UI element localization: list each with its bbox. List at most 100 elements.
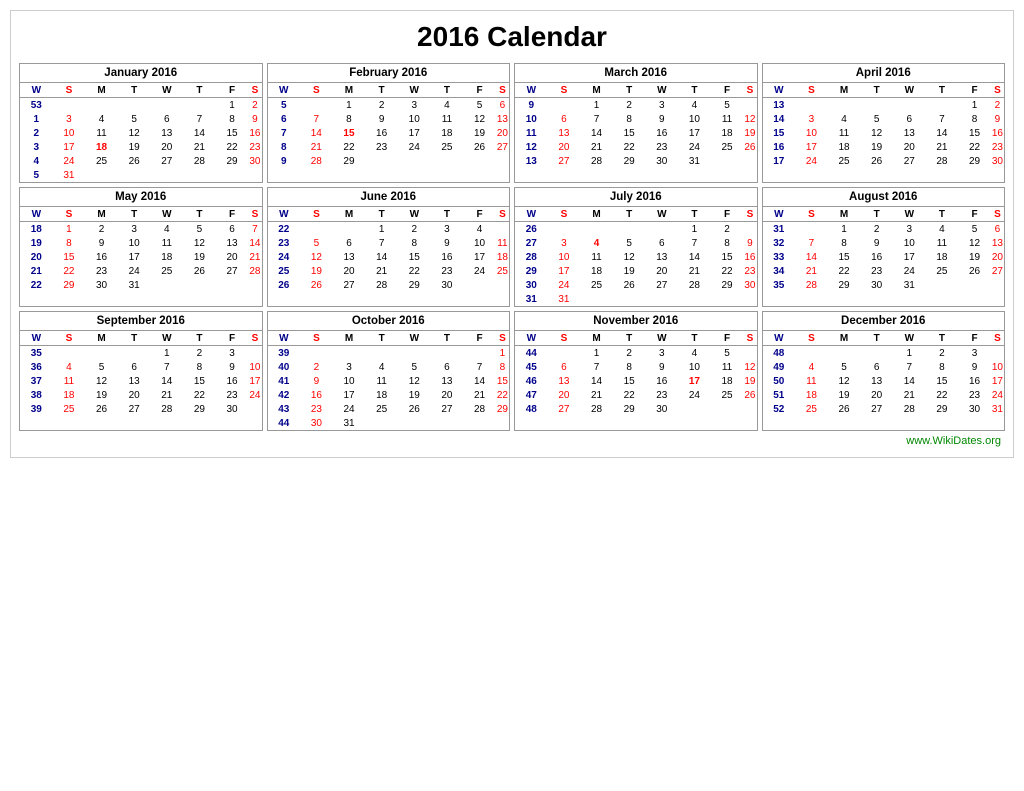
calendar-cell: [548, 222, 581, 237]
calendar-cell: 10: [515, 112, 548, 126]
calendar-cell: 11: [53, 374, 86, 388]
calendar-cell: 4: [463, 222, 496, 237]
footer-link[interactable]: www.WikiDates.org: [19, 435, 1005, 447]
calendar-cell: 9: [991, 112, 1004, 126]
calendar-cell: [118, 346, 151, 361]
calendar-cell: 4: [678, 98, 711, 113]
calendar-cell: 3: [398, 98, 431, 113]
calendar-cell: 45: [515, 360, 548, 374]
month-block: August 2016WSMTWTFS311234563278910111213…: [762, 187, 1006, 307]
calendar-cell: 23: [268, 236, 301, 250]
calendar-cell: 8: [496, 360, 509, 374]
calendar-cell: 43: [268, 402, 301, 416]
calendar-cell: 3: [216, 346, 249, 361]
col-header: T: [926, 83, 959, 98]
calendar-cell: 24: [893, 264, 926, 278]
calendar-cell: 29: [398, 278, 431, 292]
calendar-cell: 15: [216, 126, 249, 140]
calendar-cell: 7: [151, 360, 184, 374]
calendar-cell: 4: [926, 222, 959, 237]
calendar-cell: 25: [85, 154, 118, 168]
calendar-cell: [795, 98, 828, 113]
calendar-cell: 19: [183, 250, 216, 264]
calendar-cell: 27: [216, 264, 249, 278]
col-header: W: [646, 207, 679, 222]
calendar-cell: [548, 346, 581, 361]
calendar-cell: [743, 154, 756, 168]
month-block: March 2016WSMTWTFS9123451067891011121113…: [514, 63, 758, 183]
calendar-cell: 38: [20, 388, 53, 402]
calendar-cell: [398, 346, 431, 361]
calendar-cell: 48: [515, 402, 548, 416]
calendar-cell: 13: [991, 236, 1004, 250]
calendar-cell: 14: [580, 126, 613, 140]
calendar-cell: 28: [795, 278, 828, 292]
col-header: W: [398, 83, 431, 98]
calendar-cell: 22: [398, 264, 431, 278]
calendar-cell: 31: [678, 154, 711, 168]
calendar-cell: 2: [300, 360, 333, 374]
calendar-cell: 16: [860, 250, 893, 264]
calendar-cell: 27: [860, 402, 893, 416]
calendar-cell: [53, 98, 86, 113]
calendar-cell: 8: [183, 360, 216, 374]
calendar-cell: 18: [711, 374, 744, 388]
month-title: December 2016: [763, 312, 1005, 331]
col-header: T: [860, 207, 893, 222]
calendar-cell: 14: [926, 126, 959, 140]
col-header: S: [496, 83, 509, 98]
calendar-cell: 22: [613, 140, 646, 154]
calendar-cell: 28: [248, 264, 261, 278]
col-header: F: [958, 331, 991, 346]
col-header: F: [216, 83, 249, 98]
calendar-cell: 8: [613, 112, 646, 126]
calendar-cell: 4: [20, 154, 53, 168]
calendar-cell: 1: [20, 112, 53, 126]
calendar-cell: 24: [333, 402, 366, 416]
col-header: F: [711, 83, 744, 98]
calendar-cell: 20: [333, 264, 366, 278]
month-title: February 2016: [268, 64, 510, 83]
col-header: S: [248, 207, 261, 222]
calendar-cell: 17: [548, 264, 581, 278]
calendar-cell: 4: [828, 112, 861, 126]
calendar-cell: 26: [268, 278, 301, 292]
month-title: August 2016: [763, 188, 1005, 207]
calendar-cell: 4: [85, 112, 118, 126]
calendar-cell: [398, 154, 431, 168]
col-header: T: [183, 331, 216, 346]
month-title: November 2016: [515, 312, 757, 331]
calendar-cell: 20: [118, 388, 151, 402]
calendar-cell: 3: [646, 98, 679, 113]
calendar-cell: 29: [926, 402, 959, 416]
calendar-cell: 18: [795, 388, 828, 402]
calendar-cell: 25: [365, 402, 398, 416]
calendar-cell: 11: [151, 236, 184, 250]
calendar-cell: [613, 222, 646, 237]
calendar-cell: 5: [958, 222, 991, 237]
col-header: W: [515, 207, 548, 222]
calendar-cell: 12: [958, 236, 991, 250]
calendar-cell: [248, 278, 261, 292]
calendar-cell: [548, 98, 581, 113]
calendar-cell: 23: [958, 388, 991, 402]
calendar-cell: 11: [580, 250, 613, 264]
calendar-cell: 17: [795, 140, 828, 154]
calendar-cell: 26: [85, 402, 118, 416]
calendar-cell: 35: [763, 278, 796, 292]
calendar-cell: [151, 168, 184, 182]
calendar-cell: 28: [300, 154, 333, 168]
calendar-cell: 6: [151, 112, 184, 126]
calendar-cell: 21: [365, 264, 398, 278]
month-table: WSMTWTFS53121345678921011121314151631718…: [20, 83, 262, 182]
calendar-cell: 9: [431, 236, 464, 250]
calendar-cell: 26: [860, 154, 893, 168]
calendar-cell: 1: [496, 346, 509, 361]
calendar-cell: 35: [20, 346, 53, 361]
calendar-cell: 16: [85, 250, 118, 264]
calendar-cell: 5: [398, 360, 431, 374]
calendar-cell: 7: [365, 236, 398, 250]
calendar-cell: [398, 416, 431, 430]
calendar-cell: 8: [926, 360, 959, 374]
calendar-cell: [893, 98, 926, 113]
